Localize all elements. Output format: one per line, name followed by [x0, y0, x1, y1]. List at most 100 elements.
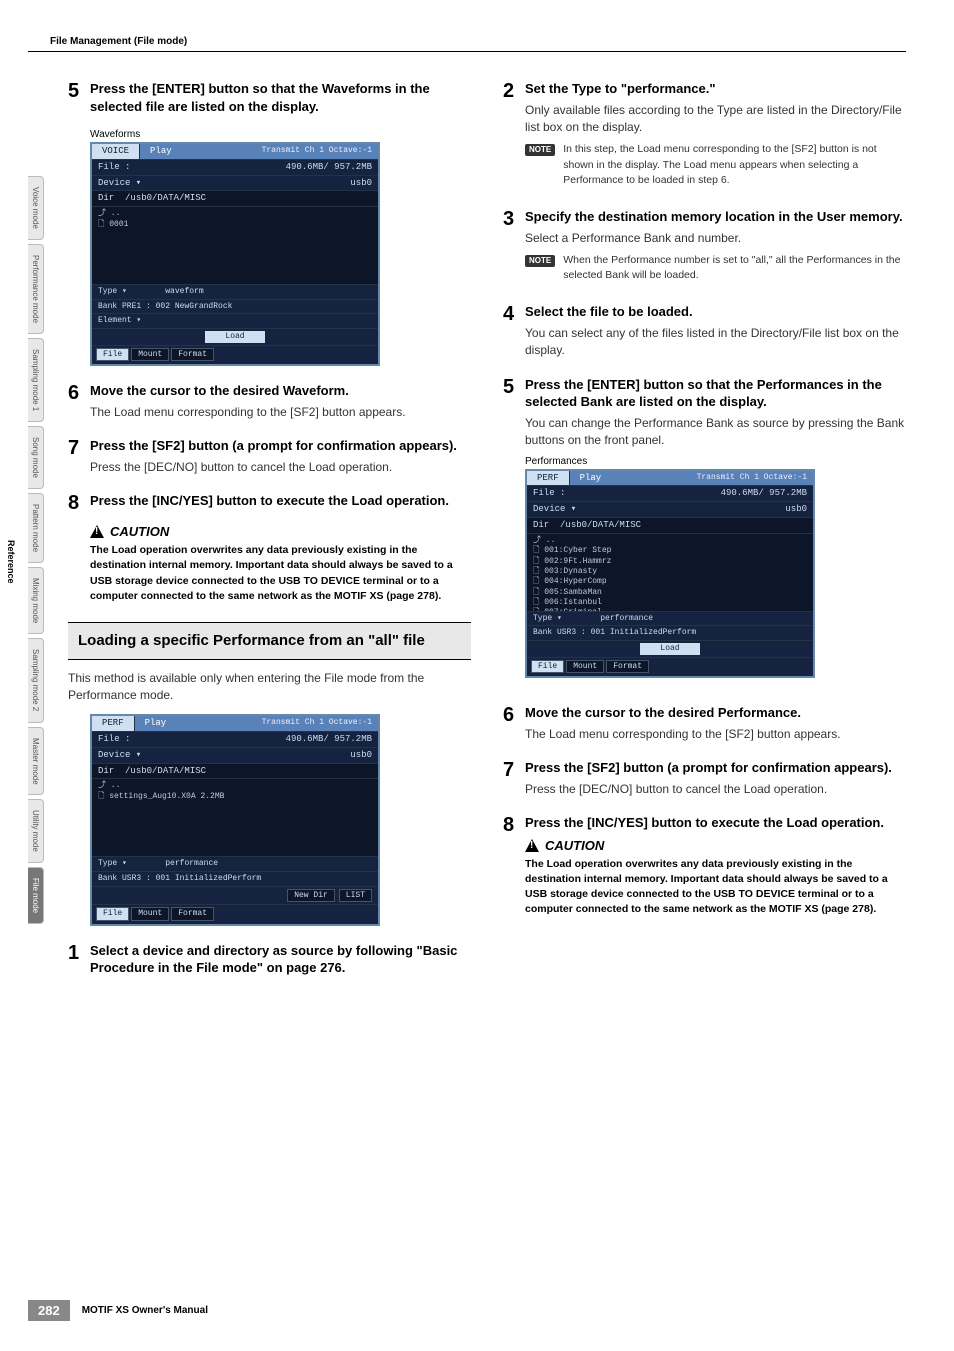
list-item: 🗋 005:SambaMan — [533, 588, 807, 598]
lcd-top-right: Transmit Ch 1 Octave:-1 — [256, 144, 378, 159]
step-number: 7 — [68, 437, 90, 482]
step-8: 8 Press the [INC/YES] button to execute … — [503, 814, 906, 933]
lcd-file-label: File : — [533, 488, 721, 499]
lcd-btn-mount: Mount — [566, 660, 604, 674]
list-item: 🗋 002:9Ft.Hammrz — [533, 557, 807, 567]
lcd-btn-mount: Mount — [131, 348, 169, 362]
section-intro: This method is available only when enter… — [68, 670, 471, 705]
list-item: 🗋 003:Dynasty — [533, 567, 807, 577]
page-footer: 282 MOTIF XS Owner's Manual — [28, 1300, 208, 1321]
step-number: 7 — [503, 759, 525, 804]
lcd-dir-path: /usb0/DATA/MISC — [125, 766, 206, 777]
step-title: Press the [INC/YES] button to execute th… — [90, 492, 471, 510]
step-number: 1 — [68, 942, 90, 981]
waveforms-label: Waveforms — [90, 129, 471, 140]
step-number: 2 — [503, 80, 525, 198]
lcd-btn-format: Format — [606, 660, 649, 674]
note: NOTE When the Performance number is set … — [525, 253, 906, 283]
step-number: 8 — [68, 492, 90, 514]
step-number: 6 — [68, 382, 90, 427]
page-number: 282 — [28, 1300, 70, 1321]
lcd-file-label: File : — [98, 734, 286, 745]
lcd-mem: 490.6MB/ 957.2MB — [286, 162, 372, 173]
lcd-type: Type ▾ — [98, 287, 127, 296]
lcd-btn-format: Format — [171, 907, 214, 921]
side-tabs: Voice mode Performance mode Sampling mod… — [28, 176, 50, 928]
caution-heading: CAUTION — [90, 524, 471, 539]
lcd-filelist: ⤴ .. 🗋 settings_Aug10.X0A 2.2MB — [92, 779, 378, 857]
lcd-top-right: Transmit Ch 1 Octave:-1 — [256, 716, 378, 731]
tab-song-mode[interactable]: Song mode — [28, 426, 44, 489]
lcd-type: Type ▾ — [533, 614, 562, 623]
step-title: Press the [ENTER] button so that the Per… — [525, 376, 906, 411]
lcd-file-label: File : — [98, 162, 286, 173]
header-rule — [28, 51, 906, 52]
lcd-mode-tab: VOICE — [92, 144, 140, 159]
lcd-dir-label: Dir — [98, 766, 114, 777]
list-item: 🗋 006:Istanbul — [533, 598, 807, 608]
lcd-screenshot-2: PERFPlayTransmit Ch 1 Octave:-1 File :49… — [90, 714, 471, 926]
lcd-screenshot-3: PERFPlayTransmit Ch 1 Octave:-1 File :49… — [525, 469, 906, 679]
step-5: 5 Press the [ENTER] button so that the P… — [503, 376, 906, 694]
step-text: Only available files according to the Ty… — [525, 102, 906, 137]
caution-label: CAUTION — [110, 524, 169, 539]
lcd-bank: Bank USR3 : 001 InitializedPerform — [98, 874, 261, 883]
step-number: 8 — [503, 814, 525, 933]
step-6: 6 Move the cursor to the desired Perform… — [503, 704, 906, 749]
step-7: 7 Press the [SF2] button (a prompt for c… — [503, 759, 906, 804]
lcd-btn-mount: Mount — [131, 907, 169, 921]
running-head: File Management (File mode) — [28, 36, 906, 47]
list-item: ⤴ .. — [98, 781, 372, 791]
lcd-dir-path: /usb0/DATA/MISC — [125, 193, 206, 204]
note-text: In this step, the Load menu correspondin… — [563, 142, 906, 188]
lcd-mode-tab: PERF — [92, 716, 135, 731]
step-title: Press the [SF2] button (a prompt for con… — [525, 759, 906, 777]
list-item: 🗋 0001 — [98, 220, 372, 230]
tab-voice-mode[interactable]: Voice mode — [28, 176, 44, 240]
tab-utility-mode[interactable]: Utility mode — [28, 799, 44, 863]
lcd-mem: 490.6MB/ 957.2MB — [721, 488, 807, 499]
tab-sampling-mode-1[interactable]: Sampling mode 1 — [28, 338, 44, 422]
step-title: Move the cursor to the desired Performan… — [525, 704, 906, 722]
lcd-device: Device ▾ — [98, 750, 350, 761]
list-item: 🗋 004:HyperComp — [533, 577, 807, 587]
lcd-play: Play — [140, 144, 256, 159]
step-text: You can change the Performance Bank as s… — [525, 415, 906, 450]
tab-master-mode[interactable]: Master mode — [28, 727, 44, 796]
lcd-play: Play — [135, 716, 256, 731]
performances-label: Performances — [525, 456, 906, 467]
lcd-type: Type ▾ — [98, 859, 127, 868]
right-column: 2 Set the Type to "performance." Only av… — [503, 80, 906, 991]
step-title: Press the [ENTER] button so that the Wav… — [90, 80, 471, 115]
lcd-btn-file: File — [96, 348, 129, 362]
tab-mixing-mode[interactable]: Mixing mode — [28, 567, 44, 634]
list-item: 🗋 settings_Aug10.X0A 2.2MB — [98, 792, 372, 802]
lcd-usb: usb0 — [785, 504, 807, 515]
step-title: Press the [SF2] button (a prompt for con… — [90, 437, 471, 455]
tab-file-mode[interactable]: File mode — [28, 867, 44, 924]
lcd-device: Device ▾ — [98, 178, 350, 189]
step-title: Specify the destination memory location … — [525, 208, 906, 226]
caution-icon — [90, 525, 104, 538]
lcd-btn-file: File — [531, 660, 564, 674]
lcd-usb: usb0 — [350, 178, 372, 189]
tab-pattern-mode[interactable]: Pattern mode — [28, 493, 44, 563]
lcd-bank: Bank PRE1 : 002 NewGrandRock — [98, 302, 232, 311]
lcd-dir-path: /usb0/DATA/MISC — [560, 520, 641, 531]
step-3: 3 Specify the destination memory locatio… — [503, 208, 906, 293]
lcd-filelist: ⤴ .. 🗋 001:Cyber Step 🗋 002:9Ft.Hammrz 🗋… — [527, 534, 813, 612]
step-text: You can select any of the files listed i… — [525, 325, 906, 360]
step-title: Select a device and directory as source … — [90, 942, 471, 977]
step-8: 8 Press the [INC/YES] button to execute … — [68, 492, 471, 514]
step-text: Select a Performance Bank and number. — [525, 230, 906, 247]
note: NOTE In this step, the Load menu corresp… — [525, 142, 906, 188]
step-number: 5 — [503, 376, 525, 694]
lcd-load: Load — [640, 643, 699, 655]
step-6: 6 Move the cursor to the desired Wavefor… — [68, 382, 471, 427]
lcd-mem: 490.6MB/ 957.2MB — [286, 734, 372, 745]
tab-performance-mode[interactable]: Performance mode — [28, 244, 44, 334]
step-number: 4 — [503, 303, 525, 365]
tab-sampling-mode-2[interactable]: Sampling mode 2 — [28, 638, 44, 722]
lcd-btn-file: File — [96, 907, 129, 921]
step-text: The Load menu corresponding to the [SF2]… — [525, 726, 906, 743]
